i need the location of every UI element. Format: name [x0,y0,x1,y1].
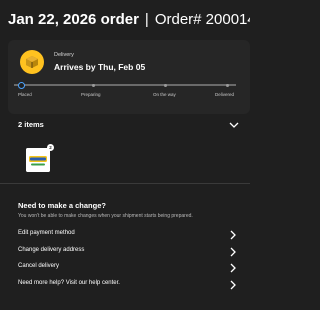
item-thumbnail[interactable] [26,148,50,172]
delivery-label: Delivery [54,52,74,58]
change-delivery-address-link[interactable]: Change delivery address [0,243,250,259]
step-on-the-way: On the way [153,92,176,97]
items-count: 2 items [18,120,44,129]
package-icon [20,50,44,74]
action-label: Edit payment method [18,230,75,236]
edit-payment-method-link[interactable]: Edit payment method [0,226,250,242]
item-quantity-badge: 2 [47,144,54,151]
action-label: Change delivery address [18,247,85,253]
step-delivered: Delivered [215,92,235,97]
chevron-right-icon [228,278,238,296]
order-number: Order# 2000142-75326 [154,11,250,28]
step-placed: Placed [18,92,32,97]
items-toggle[interactable]: 2 items [0,115,250,137]
order-header: Jan 22, 2026 order | Order# 2000142-75326 [8,11,250,31]
delivery-status: Arrives by Thu, Feb 05 [54,62,146,72]
progress-current-dot [18,82,25,89]
help-center-link[interactable]: Need more help? Visit our help center. [0,276,250,292]
action-label: Need more help? Visit our help center. [18,280,120,286]
progress-dot [226,84,229,87]
chevron-down-icon [228,118,240,136]
delivery-card: Delivery Arrives by Thu, Feb 05 [8,40,250,114]
cancel-delivery-link[interactable]: Cancel delivery [0,259,250,275]
progress-dot [164,84,167,87]
progress-track [14,84,236,86]
order-date: Jan 22, 2026 order [8,11,139,28]
header-separator: | [144,11,149,28]
action-label: Cancel delivery [18,263,60,269]
step-preparing: Preparing [81,92,101,97]
section-divider [0,183,250,184]
change-section-note: You won't be able to make changes when y… [18,213,193,219]
change-section-title: Need to make a change? [18,201,106,210]
progress-dot [92,84,95,87]
